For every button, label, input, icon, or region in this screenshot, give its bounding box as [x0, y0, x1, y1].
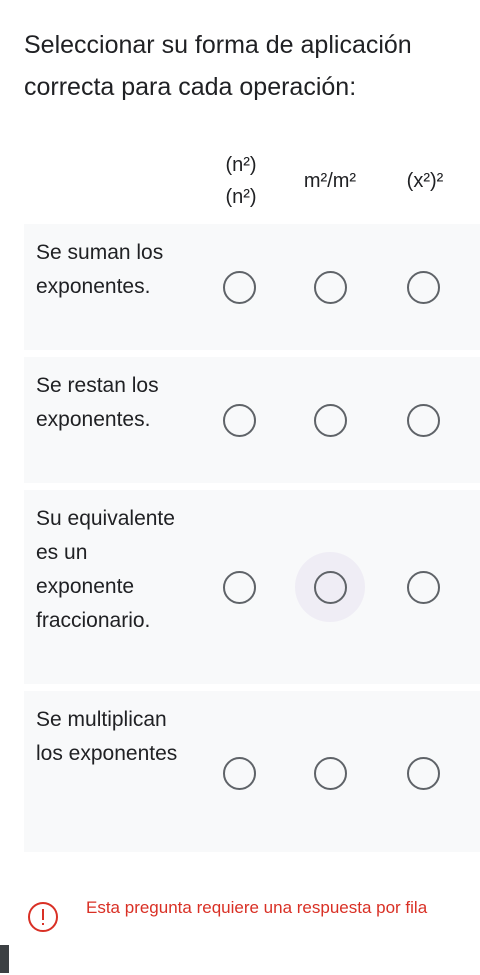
radio-cell-r1-c2[interactable]	[295, 252, 365, 322]
grid-row-3: Su equivalente es un exponente fracciona…	[24, 490, 480, 684]
radio-button[interactable]	[406, 403, 440, 437]
column-header-3-label: (x²)²	[406, 169, 444, 192]
question-title: Seleccionar su forma de aplicación corre…	[24, 31, 412, 101]
radio-cell-r3-c2[interactable]	[295, 552, 365, 622]
radio-button[interactable]	[406, 570, 440, 604]
radio-button[interactable]	[313, 270, 347, 304]
column-header-3: (x²)²	[380, 145, 470, 217]
radio-cell-r4-c1[interactable]	[204, 738, 274, 808]
row-label: Se multiplican los exponentes	[36, 708, 178, 765]
validation-error: Esta pregunta requiere una respuesta por…	[28, 895, 468, 955]
column-header-2-label: m²/m²	[303, 169, 357, 192]
radio-cell-r2-c2[interactable]	[295, 385, 365, 455]
radio-button[interactable]	[222, 270, 256, 304]
grid-row-1: Se suman los exponentes.	[24, 224, 480, 350]
radio-button[interactable]	[222, 756, 256, 790]
column-header-1-line2: (n²)	[225, 186, 257, 208]
radio-cell-r1-c1[interactable]	[204, 252, 274, 322]
radio-cell-r3-c1[interactable]	[204, 552, 274, 622]
radio-button[interactable]	[222, 403, 256, 437]
row-label: Su equivalente es un exponente fracciona…	[36, 507, 175, 632]
radio-cell-r2-c3[interactable]	[388, 385, 458, 455]
row-label: Se suman los exponentes.	[36, 241, 164, 298]
column-header-2: m²/m²	[285, 145, 375, 217]
scroll-edge-marker	[0, 945, 9, 973]
radio-button[interactable]	[313, 403, 347, 437]
radio-button[interactable]	[313, 756, 347, 790]
column-header-1: (n²) (n²)	[196, 145, 286, 217]
error-message: Esta pregunta requiere una respuesta por…	[86, 898, 428, 917]
radio-cell-r3-c3[interactable]	[388, 552, 458, 622]
radio-button[interactable]	[222, 570, 256, 604]
row-label: Se restan los exponentes.	[36, 374, 159, 431]
grid-row-2: Se restan los exponentes.	[24, 357, 480, 483]
radio-cell-r4-c3[interactable]	[388, 738, 458, 808]
grid-row-4: Se multiplican los exponentes	[24, 691, 480, 852]
radio-button[interactable]	[406, 756, 440, 790]
column-header-1-line1: (n²)	[225, 154, 257, 176]
radio-cell-r1-c3[interactable]	[388, 252, 458, 322]
radio-button[interactable]	[406, 270, 440, 304]
radio-cell-r4-c2[interactable]	[295, 738, 365, 808]
radio-cell-r2-c1[interactable]	[204, 385, 274, 455]
radio-button[interactable]	[313, 570, 347, 604]
alert-circle-icon	[28, 902, 58, 932]
